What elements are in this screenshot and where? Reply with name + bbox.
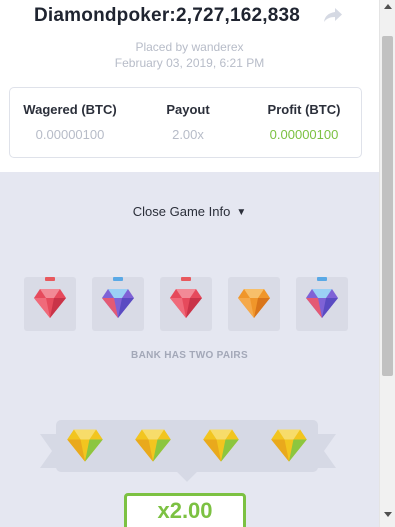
slot-marker <box>317 277 327 281</box>
blue-diamond-icon <box>306 289 338 318</box>
bank-result-label: BANK HAS TWO PAIRS <box>131 350 248 361</box>
share-arrow-icon[interactable] <box>322 6 344 24</box>
scrollbar-thumb[interactable] <box>382 36 393 376</box>
orange-diamond-icon <box>238 289 270 318</box>
profit-value: 0.00000100 <box>269 127 339 142</box>
slot-marker <box>113 277 123 281</box>
red-diamond-icon <box>34 289 66 318</box>
close-game-info-toggle[interactable]: Close Game Info ▼ <box>0 204 379 219</box>
bet-date: February 03, 2019, 6:21 PM <box>114 56 265 70</box>
title-row: Diamondpoker:2,727,162,838 <box>34 4 300 28</box>
bank-gem-slot-3 <box>160 277 212 331</box>
profit-stat: Profit (BTC) 0.00000100 <box>252 102 356 142</box>
bank-gem-slot-2 <box>92 277 144 331</box>
profit-label: Profit (BTC) <box>267 102 341 117</box>
bet-details-panel: Diamondpoker:2,727,162,838 Placed by wan… <box>0 0 379 527</box>
payout-stat: Payout 2.00x <box>138 102 238 142</box>
bank-gem-slot-1 <box>24 277 76 331</box>
wagered-label: Wagered (BTC) <box>23 102 117 117</box>
vertical-scrollbar[interactable] <box>379 0 395 527</box>
scroll-up-arrow-icon[interactable] <box>384 4 392 9</box>
yellow-diamond-icon <box>135 429 171 462</box>
bank-gem-slot-4 <box>228 277 280 331</box>
yellow-diamond-icon <box>203 429 239 462</box>
yellow-diamond-icon <box>271 429 307 462</box>
bet-stats-card: Wagered (BTC) 0.00000100 Payout 2.00x Pr… <box>9 87 362 158</box>
ribbon-notch <box>177 462 197 482</box>
payout-value: 2.00x <box>172 127 204 142</box>
red-diamond-icon <box>170 289 202 318</box>
slot-marker <box>45 277 55 281</box>
slot-marker <box>181 277 191 281</box>
blue-diamond-icon <box>102 289 134 318</box>
chevron-down-icon: ▼ <box>236 207 247 218</box>
game-info-area: Close Game Info ▼ BANK HAS TWO PAIRS x2.… <box>0 172 379 527</box>
yellow-diamond-icon <box>67 429 103 462</box>
payout-multiplier-badge: x2.00 <box>124 493 246 527</box>
scroll-down-arrow-icon[interactable] <box>384 512 392 517</box>
bank-gem-slot-5 <box>296 277 348 331</box>
wagered-stat: Wagered (BTC) 0.00000100 <box>14 102 126 142</box>
toggle-label: Close Game Info <box>132 204 231 219</box>
payout-label: Payout <box>166 102 210 117</box>
placed-by-text: Placed by wanderex <box>135 40 244 54</box>
wagered-value: 0.00000100 <box>35 127 105 142</box>
bet-title: Diamondpoker:2,727,162,838 <box>34 5 301 26</box>
bet-header: Diamondpoker:2,727,162,838 Placed by wan… <box>0 0 379 172</box>
